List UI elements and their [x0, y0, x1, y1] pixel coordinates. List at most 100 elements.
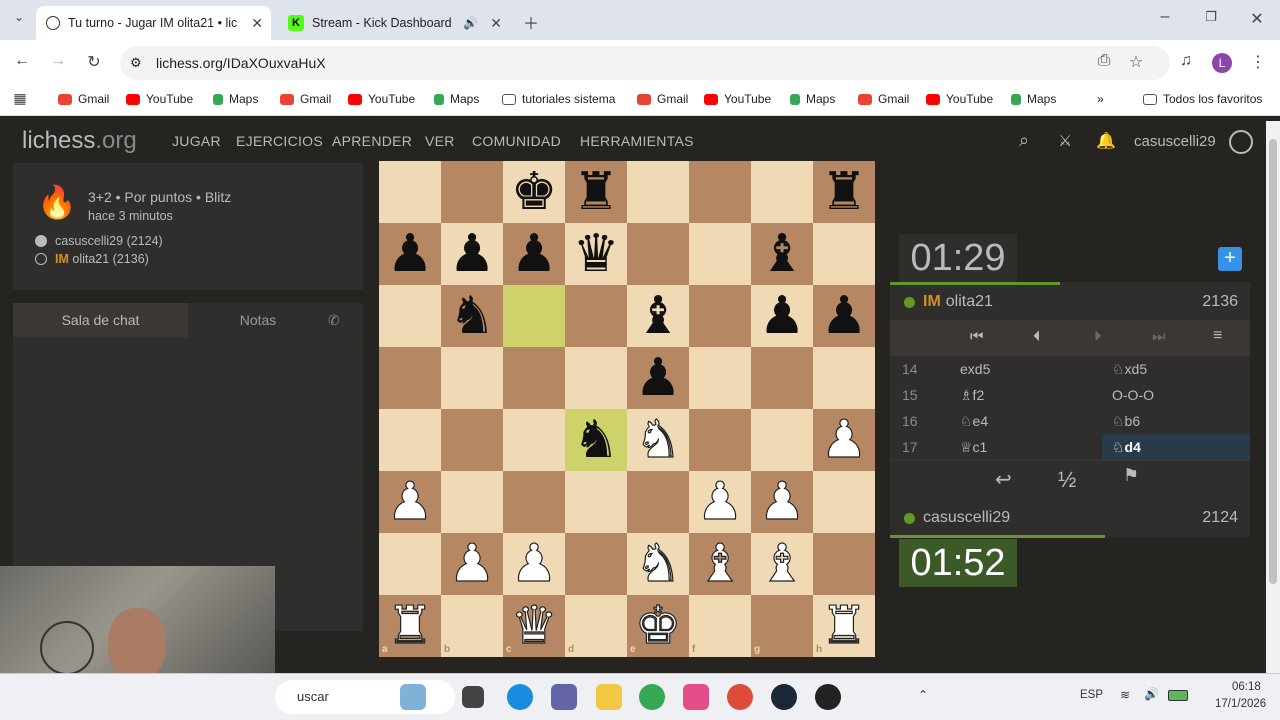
white-bishop-g2[interactable]: ♝: [751, 533, 813, 595]
back-icon[interactable]: ←: [11, 52, 33, 70]
square-a2[interactable]: [379, 533, 441, 595]
nav-tools[interactable]: HERRAMIENTAS: [580, 133, 694, 149]
takeback-icon[interactable]: ↩: [995, 467, 1012, 492]
square-d6[interactable]: [565, 285, 627, 347]
white-king-e1[interactable]: ♚: [627, 595, 689, 657]
page-scrollbar[interactable]: [1266, 121, 1280, 673]
all-favorites-folder[interactable]: Todos los favoritos: [1143, 92, 1262, 106]
nav-community[interactable]: COMUNIDAD: [472, 133, 561, 149]
install-icon[interactable]: ⎙: [1093, 52, 1115, 70]
square-a4[interactable]: [379, 409, 441, 471]
white-move[interactable]: ♘e4: [960, 413, 988, 430]
language-indicator[interactable]: ESP: [1080, 689, 1103, 701]
resign-flag-icon[interactable]: ⚑: [1123, 465, 1139, 486]
black-bishop-g7[interactable]: ♝: [751, 223, 813, 285]
tab-search-chevron-icon[interactable]: ⌄: [8, 10, 30, 24]
white-pawn-c2[interactable]: ♟: [503, 533, 565, 595]
black-pawn-a7[interactable]: ♟: [379, 223, 441, 285]
square-b8[interactable]: [441, 161, 503, 223]
square-f5[interactable]: [689, 347, 751, 409]
phone-icon[interactable]: ✆: [328, 312, 340, 329]
first-move-icon[interactable]: ⏮: [970, 328, 984, 345]
white-move[interactable]: ♕c1: [960, 439, 987, 456]
site-info-icon[interactable]: ⚙: [130, 55, 142, 71]
profile-avatar[interactable]: L: [1212, 53, 1232, 73]
swords-icon[interactable]: ⚔: [1058, 131, 1073, 151]
last-move-icon[interactable]: ⏭: [1152, 328, 1166, 345]
black-move[interactable]: ♘b6: [1102, 408, 1250, 434]
media-control-icon[interactable]: ♫: [1175, 52, 1197, 70]
site-logo[interactable]: lichess.org: [22, 127, 137, 155]
taskbar-search[interactable]: uscar: [275, 680, 455, 714]
square-b5[interactable]: [441, 347, 503, 409]
black-move[interactable]: ♘d4: [1102, 434, 1250, 460]
white-move[interactable]: ♗f2: [960, 387, 984, 404]
square-c3[interactable]: [503, 471, 565, 533]
black-pawn-b7[interactable]: ♟: [441, 223, 503, 285]
black-pawn-e5[interactable]: ♟: [627, 347, 689, 409]
teams-icon[interactable]: [551, 684, 577, 710]
white-pawn-g3[interactable]: ♟: [751, 471, 813, 533]
bookmark-youtube[interactable]: YouTube: [348, 92, 415, 106]
black-player-link[interactable]: IM olita21 (2136): [55, 252, 149, 266]
new-tab-icon[interactable]: ＋: [520, 10, 542, 34]
square-c6[interactable]: [503, 285, 565, 347]
square-d2[interactable]: [565, 533, 627, 595]
offer-draw-button[interactable]: ½: [1058, 467, 1076, 493]
square-g1[interactable]: [751, 595, 813, 657]
task-view-icon[interactable]: [462, 686, 484, 708]
black-queen-d7[interactable]: ♛: [565, 223, 627, 285]
opponent-name[interactable]: olita21: [946, 293, 993, 311]
bookmark-maps[interactable]: Maps: [434, 92, 479, 106]
close-tab-icon[interactable]: ✕: [251, 15, 263, 32]
black-move[interactable]: ♘xd5: [1102, 356, 1250, 382]
white-pawn-a3[interactable]: ♟: [379, 471, 441, 533]
bookmark-maps[interactable]: Maps: [790, 92, 835, 106]
black-knight-d4[interactable]: ♞: [565, 409, 627, 471]
battery-icon[interactable]: [1168, 690, 1188, 701]
obs-icon[interactable]: [815, 684, 841, 710]
bookmark-gmail[interactable]: Gmail: [280, 92, 331, 106]
more-bookmarks-icon[interactable]: »: [1097, 92, 1104, 106]
bookmark-youtube[interactable]: YouTube: [926, 92, 993, 106]
nav-puzzles[interactable]: EJERCICIOS: [236, 133, 323, 149]
square-b1[interactable]: [441, 595, 503, 657]
add-time-icon[interactable]: +: [1218, 247, 1242, 271]
clock-date[interactable]: 17/1/2026: [1215, 698, 1266, 710]
file-explorer-icon[interactable]: [596, 684, 622, 710]
bookmark-star-icon[interactable]: ☆: [1125, 52, 1147, 72]
m365-icon[interactable]: [683, 684, 709, 710]
square-a5[interactable]: [379, 347, 441, 409]
bookmark-gmail[interactable]: Gmail: [58, 92, 109, 106]
square-f1[interactable]: [689, 595, 751, 657]
speaker-icon[interactable]: 🔊: [463, 16, 478, 30]
chrome-icon[interactable]: [639, 684, 665, 710]
square-f6[interactable]: [689, 285, 751, 347]
square-b4[interactable]: [441, 409, 503, 471]
nav-learn[interactable]: APRENDER: [332, 133, 412, 149]
steam-icon[interactable]: [771, 684, 797, 710]
close-window-icon[interactable]: ✕: [1246, 9, 1268, 29]
white-rook-a1[interactable]: ♜: [379, 595, 441, 657]
square-e8[interactable]: [627, 161, 689, 223]
white-pawn-b2[interactable]: ♟: [441, 533, 503, 595]
square-f8[interactable]: [689, 161, 751, 223]
square-d5[interactable]: [565, 347, 627, 409]
bookmark-gmail[interactable]: Gmail: [637, 92, 688, 106]
black-bishop-e6[interactable]: ♝: [627, 285, 689, 347]
chess-board[interactable]: ♚ ♜ ♜ ♟ ♟ ♟ ♛ ♝ ♞ ♝ ♟ ♟ ♟ ♞ ♞ ♟ ♟ ♟ ♟ ♟ ♟ ♞ ♝ ♝ ♜ ♛ ♚ ♜ 8 7 6 5 4 3 2 1 a b c d…: [379, 161, 875, 657]
square-g4[interactable]: [751, 409, 813, 471]
tray-chevron-icon[interactable]: ⌃: [918, 688, 928, 702]
search-icon[interactable]: ⌕: [1019, 130, 1029, 151]
white-pawn-f3[interactable]: ♟: [689, 471, 751, 533]
next-move-icon[interactable]: ⏵: [1094, 328, 1102, 345]
clock-time[interactable]: 06:18: [1232, 681, 1261, 693]
menu-kebab-icon[interactable]: ⋮: [1247, 52, 1269, 72]
square-a6[interactable]: [379, 285, 441, 347]
bookmark-youtube[interactable]: YouTube: [126, 92, 193, 106]
square-a8[interactable]: [379, 161, 441, 223]
minimize-icon[interactable]: –: [1154, 8, 1176, 26]
square-d1[interactable]: [565, 595, 627, 657]
bookmark-gmail[interactable]: Gmail: [858, 92, 909, 106]
address-bar[interactable]: ⚙ lichess.org/IDaXOuxvaHuX: [120, 46, 1170, 80]
